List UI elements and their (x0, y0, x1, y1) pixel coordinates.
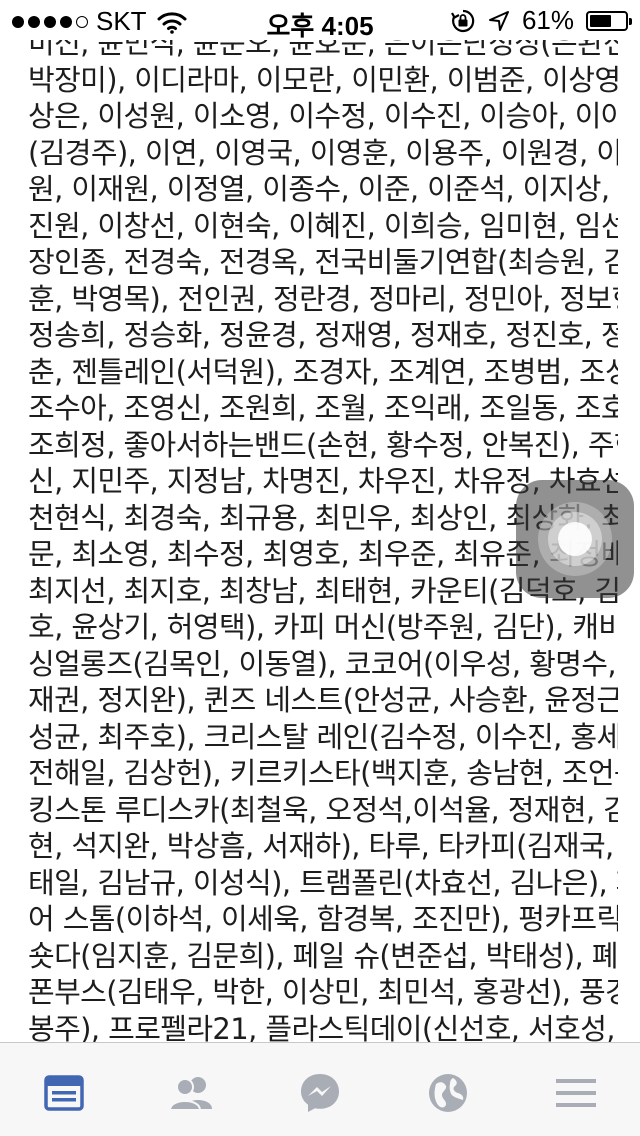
post-text-line: 봉주), 프로펠라21, 플라스틱데이(신선호, 서호성, 김 (28, 1011, 618, 1043)
signal-dot (12, 15, 24, 28)
assistive-touch-ring-inner (548, 512, 602, 566)
news-feed-icon (44, 1075, 84, 1111)
tab-messenger[interactable] (295, 1071, 345, 1115)
signal-dot (28, 15, 40, 28)
messenger-icon (301, 1074, 339, 1112)
post-text-line: 조수아, 조영신, 조원희, 조월, 조익래, 조일동, 조호균, (28, 391, 618, 425)
carrier-name: SKT (96, 6, 147, 36)
battery-icon (586, 10, 632, 31)
assistive-touch-button[interactable] (516, 480, 634, 598)
post-text-line: 박장미), 이디라마, 이모란, 이민환, 이범준, 이상영, 이 (28, 62, 618, 97)
tab-more-menu[interactable] (551, 1071, 601, 1115)
battery-percentage: 61% (521, 5, 574, 35)
post-text-line: 조희정, 좋아서하는밴드(손현, 황수정, 안복진), 주현 (28, 427, 618, 462)
location-icon (488, 10, 509, 31)
post-text-line: 폰부스(김태우, 박한, 이상민, 최민석, 홍광선), 풍경(송 (28, 975, 618, 1009)
post-text-line: 성균, 최주호), 크리스탈 레인(김수정, 이수진, 홍세존, (28, 719, 618, 754)
tab-friend-requests[interactable] (167, 1071, 217, 1115)
post-text-line: 호, 윤상기, 허영택), 카피 머신(방주원, 김단), 캐비닛 (28, 610, 618, 644)
globe-icon (429, 1074, 467, 1112)
post-text-line: 정송희, 정승화, 정윤경, 정재영, 정재호, 정진호, 정태 (28, 318, 618, 352)
assistive-touch-ring (538, 502, 612, 576)
friends-icon (168, 1077, 212, 1111)
post-text-line: 훈, 박영목), 전인권, 정란경, 정마리, 정민아, 정보형, (28, 281, 618, 316)
post-text-line: 춘, 젠틀레인(서덕원), 조경자, 조계연, 조병범, 조성우, (28, 354, 618, 389)
post-text-line: 숏다(임지훈, 김문희), 페일 슈(변준섭, 박태성), 폐허, (28, 938, 618, 973)
status-left: SKT (12, 6, 187, 37)
signal-dot-empty (76, 15, 88, 28)
orientation-lock-icon (450, 9, 475, 32)
assistive-touch-center (558, 522, 592, 556)
tab-notifications[interactable] (423, 1071, 473, 1115)
signal-dot (44, 15, 56, 28)
post-text-line: 킹스톤 루디스카(최철욱, 오정석,이석율, 정재현, 김광 (28, 792, 618, 827)
post-text-line: 태일, 김남규, 이성식), 트램폴린(차효선, 김나은), 파이 (28, 865, 618, 900)
post-text-line: 전해일, 김상헌), 키르키스타(백지훈, 송남현, 조언규), (28, 756, 618, 790)
post-text-line: 재권, 정지완), 퀸즈 네스트(안성균, 사승환, 윤정근, 김 (28, 683, 618, 717)
post-text-line: 진원, 이창선, 이현숙, 이혜진, 이희승, 임미현, 임선호, (28, 208, 618, 243)
post-text-line: 장인종, 전경숙, 전경옥, 전국비둘기연합(최승원, 김동 (28, 245, 618, 279)
status-bar: SKT 오후 4:05 61% (0, 0, 640, 41)
tab-news-feed[interactable] (39, 1071, 89, 1115)
post-text-line: 어 스톰(이하석, 이세욱, 함경복, 조진만), 펑카프릭 부 (28, 902, 618, 936)
post-text-line: 상은, 이성원, 이소영, 이수정, 이수진, 이승아, 이아라 (28, 99, 618, 133)
wifi-icon (157, 11, 187, 34)
post-text-line: 싱얼롱즈(김목인, 이동열), 코코어(이우성, 황명수, 김 (28, 646, 618, 681)
post-text-line: (김경주), 이연, 이영국, 이영훈, 이용주, 이원경, 이재 (28, 135, 618, 170)
signal-strength-icon (12, 15, 88, 28)
status-right: 61% (450, 5, 632, 36)
post-text-line: 원, 이재원, 이정열, 이종수, 이준, 이준석, 이지상, 이 (28, 172, 618, 206)
battery-level (590, 14, 611, 27)
signal-dot (60, 15, 72, 28)
tab-bar (0, 1042, 640, 1136)
post-text-line: 현, 석지완, 박상흠, 서재하), 타루, 타카피(김재국, 김 (28, 829, 618, 863)
menu-icon (556, 1079, 596, 1107)
